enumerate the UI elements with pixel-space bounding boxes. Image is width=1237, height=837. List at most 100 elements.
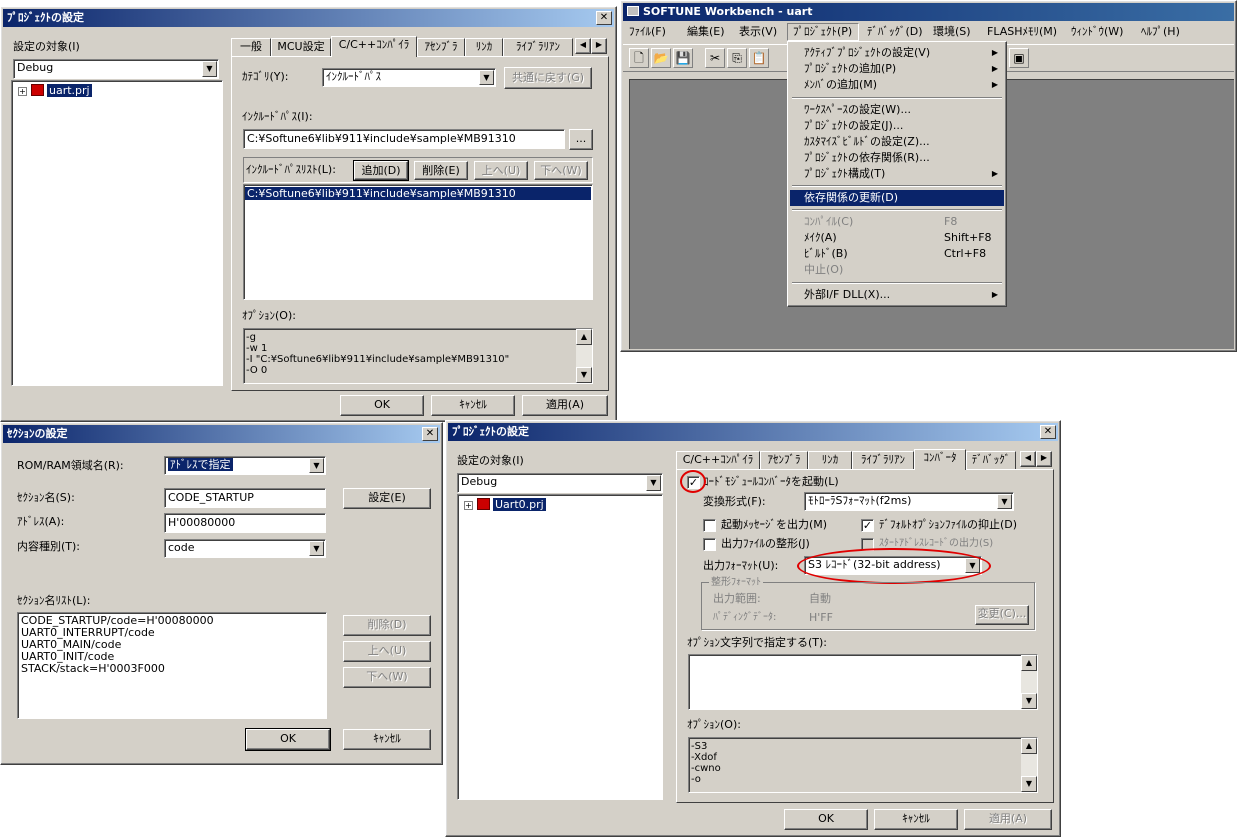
tab-converter[interactable]: ｺﾝﾊﾞｰﾀ: [914, 449, 966, 470]
menu-flash[interactable]: FLASHﾒﾓﾘ(M): [987, 25, 1057, 39]
delete-button[interactable]: 削除(E): [414, 161, 468, 180]
tab-scroll-right-icon[interactable]: ▶: [1036, 451, 1052, 467]
open-folder-icon[interactable]: 📂: [651, 48, 671, 68]
content-type-combo[interactable]: code ▼: [164, 539, 326, 558]
apply-button[interactable]: 適用(A): [964, 809, 1052, 830]
common-revert-button[interactable]: 共通に戻す(G): [504, 67, 592, 89]
dialog2-titlebar[interactable]: ﾌﾟﾛｼﾞｪｸﾄの設定 ✕: [448, 423, 1058, 441]
scroll-up-icon[interactable]: ▲: [1021, 655, 1037, 671]
menu-file[interactable]: ﾌｧｲﾙ(F): [629, 25, 666, 39]
menu-item-project-config[interactable]: ﾌﾟﾛｼﾞｪｸﾄ構成(T) ▶: [790, 166, 1004, 182]
menu-item-project-settings[interactable]: ﾌﾟﾛｼﾞｪｸﾄの設定(J)...: [790, 118, 1004, 134]
tab-mcu[interactable]: MCU設定: [271, 38, 331, 56]
menu-debug[interactable]: ﾃﾞﾊﾞｯｸﾞ(D): [867, 25, 923, 39]
tab-scroll-left-icon[interactable]: ◀: [575, 38, 591, 54]
target-combo[interactable]: Debug ▼: [13, 59, 219, 79]
category-combo[interactable]: ｲﾝｸﾙｰﾄﾞﾊﾟｽ ▼: [322, 68, 496, 87]
set-button[interactable]: 設定(E): [343, 488, 431, 509]
chevron-down-icon[interactable]: ▼: [997, 494, 1012, 509]
chevron-down-icon[interactable]: ▼: [309, 458, 324, 473]
tab-scroll-right-icon[interactable]: ▶: [591, 38, 607, 54]
close-icon[interactable]: ✕: [596, 11, 612, 25]
cut-icon[interactable]: ✂: [705, 48, 725, 68]
options-scrollbar[interactable]: ▲ ▼: [1021, 738, 1037, 792]
tab-linker[interactable]: ﾘﾝｶ: [465, 38, 503, 56]
start-address-record-checkbox[interactable]: [861, 538, 874, 551]
options-box[interactable]: -g -w 1 -I "C:¥Softune6¥lib¥911¥include¥…: [243, 328, 593, 384]
menu-item-compile[interactable]: ｺﾝﾊﾟｲﾙ(C) F8: [790, 214, 1004, 230]
rom-ram-combo[interactable]: ｱﾄﾞﾚｽで指定 ▼: [164, 456, 326, 475]
chevron-down-icon[interactable]: ▼: [309, 541, 324, 556]
conv-format-combo[interactable]: ﾓﾄﾛｰﾗSﾌｫｰﾏｯﾄ(f2ms) ▼: [804, 492, 1014, 511]
section-name-input[interactable]: CODE_STARTUP: [164, 488, 326, 508]
cancel-button[interactable]: ｷｬﾝｾﾙ: [874, 809, 958, 830]
ok-button[interactable]: OK: [245, 728, 331, 751]
add-button[interactable]: 追加(D): [353, 160, 409, 181]
tab-assembler[interactable]: ｱｾﾝﾌﾞﾗ: [417, 38, 465, 56]
address-input[interactable]: H'00080000: [164, 513, 326, 533]
menu-edit[interactable]: 編集(E): [687, 25, 725, 39]
menu-item-external-dll[interactable]: 外部I/F DLL(X)... ▶: [790, 287, 1004, 303]
tab-cc-compiler[interactable]: C/C++ｺﾝﾊﾟｲﾗ: [331, 36, 417, 57]
menu-item-active-project[interactable]: ｱｸﾃｨﾌﾞﾌﾟﾛｼﾞｪｸﾄの設定(V) ▶: [790, 45, 1004, 61]
close-icon[interactable]: ✕: [422, 427, 438, 441]
copy-icon[interactable]: ⎘: [727, 48, 747, 68]
new-file-icon[interactable]: 🗋: [629, 48, 649, 68]
scroll-down-icon[interactable]: ▼: [576, 367, 592, 383]
include-path-list[interactable]: C:¥Softune6¥lib¥911¥include¥sample¥MB913…: [243, 184, 593, 300]
target-combo[interactable]: Debug ▼: [457, 473, 663, 493]
down-button[interactable]: 下へ(W): [343, 667, 431, 688]
list-item[interactable]: C:¥Softune6¥lib¥911¥include¥sample¥MB913…: [245, 187, 591, 200]
up-button[interactable]: 上へ(U): [343, 641, 431, 662]
change-button[interactable]: 変更(C)...: [975, 605, 1029, 625]
menu-item-stop[interactable]: 中止(O): [790, 262, 1004, 278]
expand-icon[interactable]: +: [18, 87, 27, 96]
apply-button[interactable]: 適用(A): [522, 395, 608, 416]
ok-button[interactable]: OK: [340, 395, 424, 416]
options-scrollbar[interactable]: ▲ ▼: [576, 329, 592, 383]
options-box[interactable]: -S3 -Xdof -cwno -o ▲ ▼: [688, 737, 1038, 793]
tab-scroll-left-icon[interactable]: ◀: [1020, 451, 1036, 467]
menu-item-update-deps[interactable]: 依存関係の更新(D): [790, 190, 1004, 206]
tab-assembler[interactable]: ｱｾﾝﾌﾞﾗ: [760, 451, 808, 469]
paste-icon[interactable]: 📋: [749, 48, 769, 68]
close-icon[interactable]: ✕: [1040, 425, 1056, 439]
menu-item-workspace-settings[interactable]: ﾜｰｸｽﾍﾟｰｽの設定(W)...: [790, 102, 1004, 118]
project-tree[interactable]: + Uart0.prj: [457, 494, 663, 800]
output-format-combo[interactable]: S3 ﾚｺｰﾄﾞ(32-bit address) ▼: [804, 556, 982, 575]
menu-item-add-project[interactable]: ﾌﾟﾛｼﾞｪｸﾄの追加(P) ▶: [790, 61, 1004, 77]
scroll-up-icon[interactable]: ▲: [1021, 738, 1037, 754]
expand-icon[interactable]: +: [464, 501, 473, 510]
startup-msg-checkbox[interactable]: [703, 519, 716, 532]
delete-button[interactable]: 削除(D): [343, 615, 431, 636]
include-path-input[interactable]: C:¥Softune6¥lib¥911¥include¥sample¥MB913…: [243, 129, 565, 149]
tab-cc-compiler[interactable]: C/C++ｺﾝﾊﾟｲﾗ: [676, 451, 760, 469]
tab-linker[interactable]: ﾘﾝｶ: [808, 451, 852, 469]
list-item[interactable]: STACK/stack=H'0003F000: [21, 663, 165, 675]
tree-item[interactable]: + uart.prj: [18, 84, 92, 97]
menu-item-make[interactable]: ﾒｲｸ(A) Shift+F8: [790, 230, 1004, 246]
suppress-default-checkbox[interactable]: ✓: [861, 519, 874, 532]
option-string-scrollbar[interactable]: ▲ ▼: [1021, 655, 1037, 709]
tab-librarian[interactable]: ﾗｲﾌﾞﾗﾘｱﾝ: [503, 38, 573, 56]
tab-general[interactable]: 一般: [231, 38, 271, 56]
chevron-down-icon[interactable]: ▼: [965, 558, 980, 573]
project-tree[interactable]: + uart.prj: [11, 80, 223, 386]
chevron-down-icon[interactable]: ▼: [202, 61, 217, 77]
chevron-down-icon[interactable]: ▼: [646, 475, 661, 491]
tree-item[interactable]: + Uart0.prj: [464, 498, 546, 511]
save-icon[interactable]: 💾: [673, 48, 693, 68]
menu-view[interactable]: 表示(V): [739, 25, 777, 39]
menu-item-custom-build[interactable]: ｶｽﾀﾏｲｽﾞﾋﾞﾙﾄﾞの設定(Z)...: [790, 134, 1004, 150]
tab-librarian[interactable]: ﾗｲﾌﾞﾗﾘｱﾝ: [852, 451, 914, 469]
down-button[interactable]: 下へ(W): [534, 161, 588, 180]
tab-debug[interactable]: ﾃﾞﾊﾞｯｸﾞ: [966, 451, 1016, 469]
cancel-button[interactable]: ｷｬﾝｾﾙ: [343, 729, 431, 750]
start-converter-checkbox[interactable]: ✓: [687, 476, 700, 489]
cancel-button[interactable]: ｷｬﾝｾﾙ: [431, 395, 515, 416]
menu-item-dependencies[interactable]: ﾌﾟﾛｼﾞｪｸﾄの依存関係(R)...: [790, 150, 1004, 166]
up-button[interactable]: 上へ(U): [474, 161, 528, 180]
format-output-checkbox[interactable]: [703, 538, 716, 551]
section-list[interactable]: CODE_STARTUP/code=H'00080000 UART0_INTER…: [17, 612, 327, 719]
workbench-titlebar[interactable]: SOFTUNE Workbench - uart: [623, 3, 1234, 21]
